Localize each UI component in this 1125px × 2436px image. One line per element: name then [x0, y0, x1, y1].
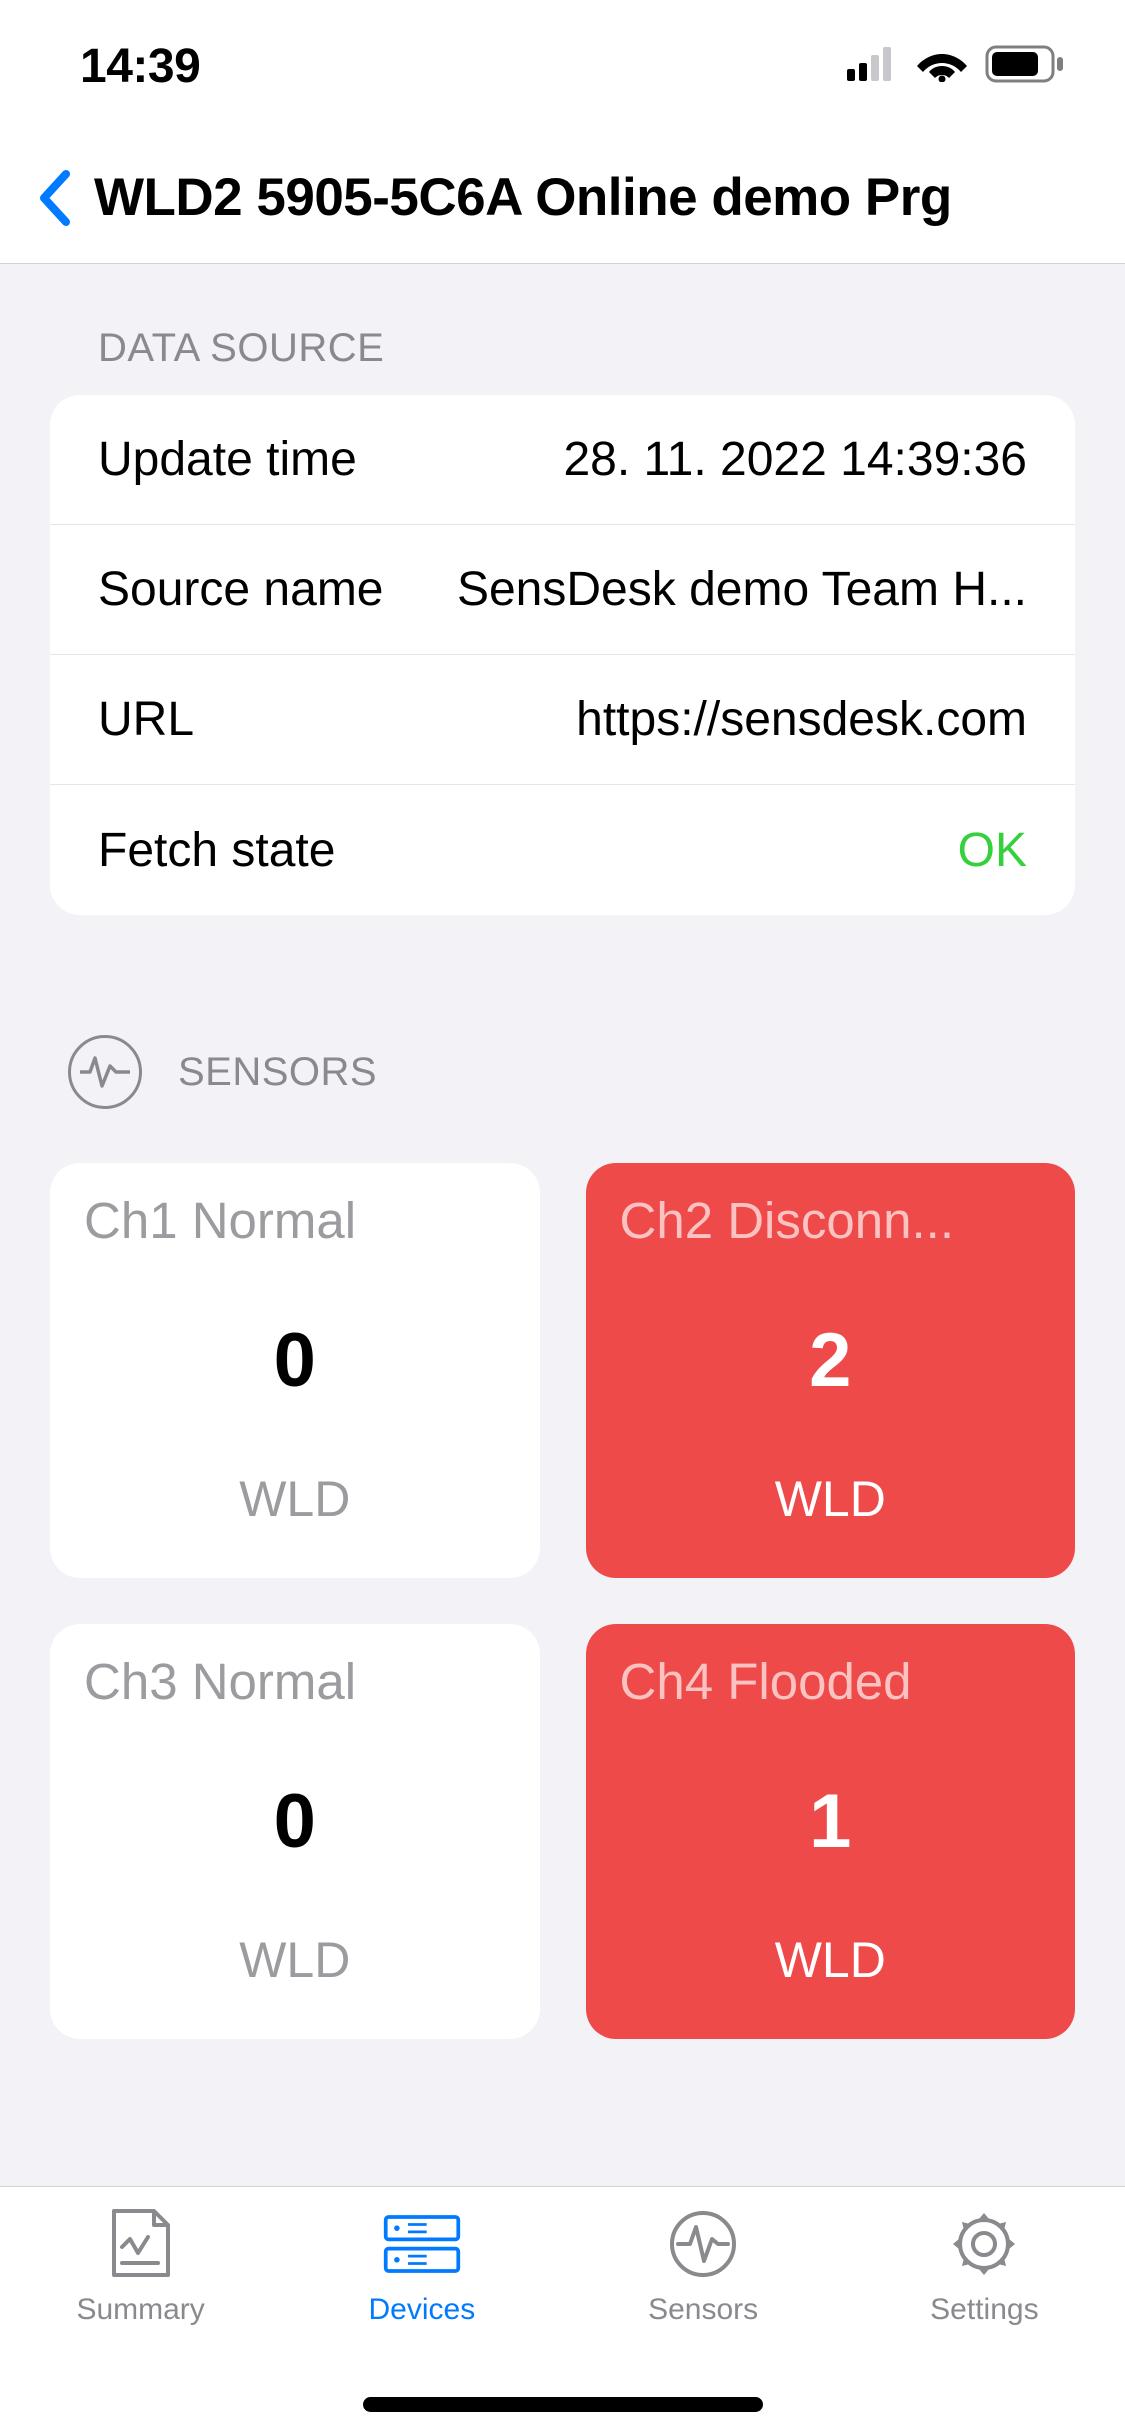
- battery-icon: [985, 45, 1065, 88]
- status-bar: 14:39: [0, 0, 1125, 132]
- sensor-value: 2: [809, 1250, 851, 1470]
- section-header-sensors: SENSORS: [50, 915, 1075, 1133]
- row-label: URL: [98, 692, 214, 747]
- sensor-unit: WLD: [775, 1931, 886, 1989]
- row-value: 28. 11. 2022 14:39:36: [563, 432, 1027, 487]
- row-source-name: Source name SensDesk demo Team H...: [50, 525, 1075, 655]
- row-value-ok: OK: [958, 823, 1027, 878]
- sensor-name: Ch4 Flooded: [620, 1652, 1042, 1711]
- tab-label: Devices: [369, 2293, 476, 2327]
- sensor-name: Ch3 Normal: [84, 1652, 506, 1711]
- tab-settings[interactable]: Settings: [844, 2207, 1125, 2436]
- tab-label: Sensors: [648, 2293, 758, 2327]
- settings-icon: [944, 2207, 1024, 2281]
- tab-summary[interactable]: Summary: [0, 2207, 281, 2436]
- row-label: Update time: [98, 432, 377, 487]
- section-header-datasource: DATA SOURCE: [50, 264, 1075, 395]
- sensor-card-ch4[interactable]: Ch4 Flooded 1 WLD: [586, 1624, 1076, 2039]
- sensor-card-ch2[interactable]: Ch2 Disconn... 2 WLD: [586, 1163, 1076, 1578]
- nav-header: WLD2 5905-5C6A Online demo Prg: [0, 132, 1125, 264]
- row-value: https://sensdesk.com: [576, 692, 1027, 747]
- status-icons: [847, 45, 1065, 88]
- datasource-card: Update time 28. 11. 2022 14:39:36 Source…: [50, 395, 1075, 915]
- home-indicator[interactable]: [363, 2397, 763, 2412]
- wifi-icon: [917, 46, 967, 87]
- sensor-name: Ch2 Disconn...: [620, 1191, 1042, 1250]
- sensors-icon: [663, 2207, 743, 2281]
- tab-label: Settings: [930, 2293, 1038, 2327]
- section-title: SENSORS: [178, 1050, 377, 1095]
- row-fetch-state: Fetch state OK: [50, 785, 1075, 915]
- tab-label: Summary: [76, 2293, 204, 2327]
- back-button[interactable]: [24, 132, 84, 263]
- cell-signal-icon: [847, 47, 899, 86]
- sensor-unit: WLD: [239, 1470, 350, 1528]
- sensor-unit: WLD: [239, 1931, 350, 1989]
- sensor-name: Ch1 Normal: [84, 1191, 506, 1250]
- page-title: WLD2 5905-5C6A Online demo Prg: [84, 167, 952, 228]
- sensor-card-ch3[interactable]: Ch3 Normal 0 WLD: [50, 1624, 540, 2039]
- sensor-card-ch1[interactable]: Ch1 Normal 0 WLD: [50, 1163, 540, 1578]
- row-value: SensDesk demo Team H...: [457, 562, 1027, 617]
- chevron-left-icon: [36, 168, 72, 228]
- row-update-time: Update time 28. 11. 2022 14:39:36: [50, 395, 1075, 525]
- sensor-grid: Ch1 Normal 0 WLD Ch2 Disconn... 2 WLD Ch…: [50, 1133, 1075, 2069]
- waveform-icon: [68, 1035, 142, 1109]
- summary-icon: [101, 2207, 181, 2281]
- sensor-value: 0: [274, 1250, 316, 1470]
- row-label: Source name: [98, 562, 404, 617]
- content: DATA SOURCE Update time 28. 11. 2022 14:…: [0, 264, 1125, 2069]
- status-time: 14:39: [80, 39, 200, 94]
- row-url: URL https://sensdesk.com: [50, 655, 1075, 785]
- sensor-unit: WLD: [775, 1470, 886, 1528]
- sensor-value: 1: [809, 1711, 851, 1931]
- sensor-value: 0: [274, 1711, 316, 1931]
- row-label: Fetch state: [98, 823, 355, 878]
- devices-icon: [382, 2207, 462, 2281]
